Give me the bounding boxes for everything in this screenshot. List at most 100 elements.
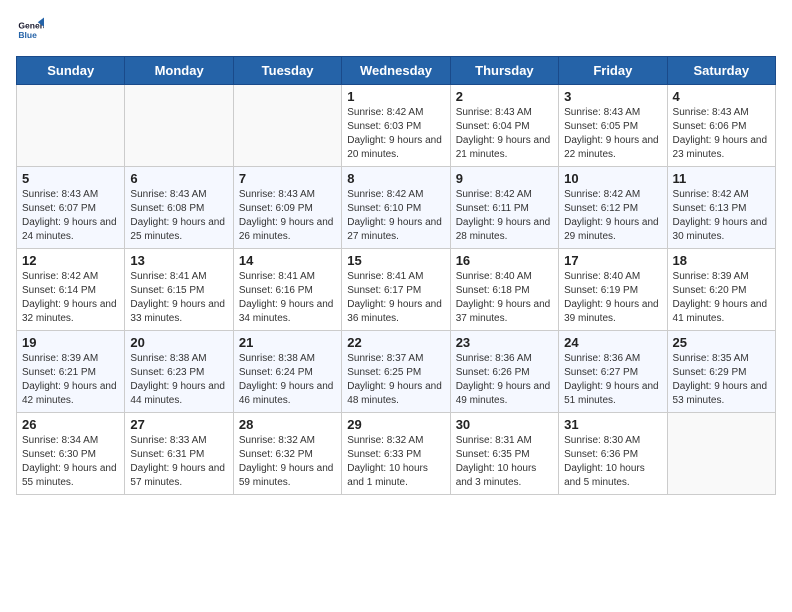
day-number: 24 — [564, 335, 661, 350]
day-info: Sunrise: 8:32 AM Sunset: 6:32 PM Dayligh… — [239, 434, 336, 490]
calendar-cell: 31 Sunrise: 8:30 AM Sunset: 6:36 PM Dayli… — [559, 413, 667, 495]
day-info: Sunrise: 8:41 AM Sunset: 6:16 PM Dayligh… — [239, 270, 336, 326]
day-header-tuesday: Tuesday — [233, 57, 341, 85]
day-number: 11 — [673, 171, 770, 186]
day-info: Sunrise: 8:41 AM Sunset: 6:17 PM Dayligh… — [347, 270, 444, 326]
calendar-header-row: SundayMondayTuesdayWednesdayThursdayFrid… — [17, 57, 776, 85]
day-number: 2 — [456, 89, 553, 104]
calendar-week-row: 26 Sunrise: 8:34 AM Sunset: 6:30 PM Dayli… — [17, 413, 776, 495]
calendar-cell: 13Sunrise: 8:41 AM Sunset: 6:15 PM Dayli… — [125, 249, 233, 331]
day-info: Sunrise: 8:30 AM Sunset: 6:36 PM Dayligh… — [564, 434, 661, 490]
day-info: Sunrise: 8:43 AM Sunset: 6:08 PM Dayligh… — [130, 188, 227, 244]
day-header-thursday: Thursday — [450, 57, 558, 85]
day-header-friday: Friday — [559, 57, 667, 85]
calendar-week-row: 5 Sunrise: 8:43 AM Sunset: 6:07 PM Daylig… — [17, 167, 776, 249]
day-number: 31 — [564, 417, 661, 432]
day-number: 19 — [22, 335, 119, 350]
day-info: Sunrise: 8:36 AM Sunset: 6:26 PM Dayligh… — [456, 352, 553, 408]
calendar-cell: 2 Sunrise: 8:43 AM Sunset: 6:04 PM Daylig… — [450, 85, 558, 167]
day-info: Sunrise: 8:34 AM Sunset: 6:30 PM Dayligh… — [22, 434, 119, 490]
calendar-cell: 16Sunrise: 8:40 AM Sunset: 6:18 PM Dayli… — [450, 249, 558, 331]
calendar-cell: 7 Sunrise: 8:43 AM Sunset: 6:09 PM Daylig… — [233, 167, 341, 249]
day-info: Sunrise: 8:37 AM Sunset: 6:25 PM Dayligh… — [347, 352, 444, 408]
day-number: 4 — [673, 89, 770, 104]
svg-text:Blue: Blue — [18, 30, 37, 40]
day-number: 9 — [456, 171, 553, 186]
calendar-cell: 6Sunrise: 8:43 AM Sunset: 6:08 PM Daylig… — [125, 167, 233, 249]
day-info: Sunrise: 8:43 AM Sunset: 6:07 PM Dayligh… — [22, 188, 119, 244]
logo-icon: General Blue — [16, 16, 44, 44]
calendar-cell: 8Sunrise: 8:42 AM Sunset: 6:10 PM Daylig… — [342, 167, 450, 249]
calendar-cell: 30 Sunrise: 8:31 AM Sunset: 6:35 PM Dayli… — [450, 413, 558, 495]
day-number: 12 — [22, 253, 119, 268]
calendar-cell: 11 Sunrise: 8:42 AM Sunset: 6:13 PM Dayli… — [667, 167, 775, 249]
day-info: Sunrise: 8:43 AM Sunset: 6:04 PM Dayligh… — [456, 106, 553, 162]
day-info: Sunrise: 8:39 AM Sunset: 6:20 PM Dayligh… — [673, 270, 770, 326]
calendar-cell: 9 Sunrise: 8:42 AM Sunset: 6:11 PM Daylig… — [450, 167, 558, 249]
calendar-cell: 14 Sunrise: 8:41 AM Sunset: 6:16 PM Dayli… — [233, 249, 341, 331]
calendar-cell: 19 Sunrise: 8:39 AM Sunset: 6:21 PM Dayli… — [17, 331, 125, 413]
logo: General Blue — [16, 16, 48, 44]
calendar: SundayMondayTuesdayWednesdayThursdayFrid… — [16, 56, 776, 495]
calendar-cell — [125, 85, 233, 167]
day-number: 7 — [239, 171, 336, 186]
calendar-cell: 23 Sunrise: 8:36 AM Sunset: 6:26 PM Dayli… — [450, 331, 558, 413]
day-number: 10 — [564, 171, 661, 186]
calendar-week-row: 19 Sunrise: 8:39 AM Sunset: 6:21 PM Dayli… — [17, 331, 776, 413]
calendar-cell: 20 Sunrise: 8:38 AM Sunset: 6:23 PM Dayli… — [125, 331, 233, 413]
calendar-cell: 17Sunrise: 8:40 AM Sunset: 6:19 PM Dayli… — [559, 249, 667, 331]
calendar-cell: 4 Sunrise: 8:43 AM Sunset: 6:06 PM Daylig… — [667, 85, 775, 167]
day-info: Sunrise: 8:35 AM Sunset: 6:29 PM Dayligh… — [673, 352, 770, 408]
day-info: Sunrise: 8:42 AM Sunset: 6:10 PM Dayligh… — [347, 188, 444, 244]
day-info: Sunrise: 8:42 AM Sunset: 6:13 PM Dayligh… — [673, 188, 770, 244]
day-info: Sunrise: 8:31 AM Sunset: 6:35 PM Dayligh… — [456, 434, 553, 490]
day-info: Sunrise: 8:39 AM Sunset: 6:21 PM Dayligh… — [22, 352, 119, 408]
day-number: 25 — [673, 335, 770, 350]
calendar-cell: 27Sunrise: 8:33 AM Sunset: 6:31 PM Dayli… — [125, 413, 233, 495]
day-number: 5 — [22, 171, 119, 186]
day-number: 29 — [347, 417, 444, 432]
day-number: 20 — [130, 335, 227, 350]
day-number: 23 — [456, 335, 553, 350]
calendar-cell: 1Sunrise: 8:42 AM Sunset: 6:03 PM Daylig… — [342, 85, 450, 167]
page-header: General Blue — [16, 16, 776, 44]
day-info: Sunrise: 8:33 AM Sunset: 6:31 PM Dayligh… — [130, 434, 227, 490]
day-number: 26 — [22, 417, 119, 432]
day-number: 22 — [347, 335, 444, 350]
calendar-cell — [667, 413, 775, 495]
day-number: 21 — [239, 335, 336, 350]
calendar-cell: 18Sunrise: 8:39 AM Sunset: 6:20 PM Dayli… — [667, 249, 775, 331]
calendar-week-row: 12 Sunrise: 8:42 AM Sunset: 6:14 PM Dayli… — [17, 249, 776, 331]
day-info: Sunrise: 8:38 AM Sunset: 6:23 PM Dayligh… — [130, 352, 227, 408]
calendar-cell: 22 Sunrise: 8:37 AM Sunset: 6:25 PM Dayli… — [342, 331, 450, 413]
calendar-cell: 21Sunrise: 8:38 AM Sunset: 6:24 PM Dayli… — [233, 331, 341, 413]
day-info: Sunrise: 8:43 AM Sunset: 6:09 PM Dayligh… — [239, 188, 336, 244]
day-info: Sunrise: 8:32 AM Sunset: 6:33 PM Dayligh… — [347, 434, 444, 490]
day-header-saturday: Saturday — [667, 57, 775, 85]
day-number: 14 — [239, 253, 336, 268]
calendar-cell: 24 Sunrise: 8:36 AM Sunset: 6:27 PM Dayli… — [559, 331, 667, 413]
calendar-cell: 28 Sunrise: 8:32 AM Sunset: 6:32 PM Dayli… — [233, 413, 341, 495]
day-number: 30 — [456, 417, 553, 432]
day-number: 13 — [130, 253, 227, 268]
calendar-cell: 29 Sunrise: 8:32 AM Sunset: 6:33 PM Dayli… — [342, 413, 450, 495]
day-number: 16 — [456, 253, 553, 268]
day-number: 3 — [564, 89, 661, 104]
calendar-cell: 3Sunrise: 8:43 AM Sunset: 6:05 PM Daylig… — [559, 85, 667, 167]
calendar-cell: 12 Sunrise: 8:42 AM Sunset: 6:14 PM Dayli… — [17, 249, 125, 331]
calendar-cell — [233, 85, 341, 167]
day-info: Sunrise: 8:42 AM Sunset: 6:14 PM Dayligh… — [22, 270, 119, 326]
day-header-monday: Monday — [125, 57, 233, 85]
day-number: 15 — [347, 253, 444, 268]
calendar-cell: 15 Sunrise: 8:41 AM Sunset: 6:17 PM Dayli… — [342, 249, 450, 331]
calendar-cell: 26 Sunrise: 8:34 AM Sunset: 6:30 PM Dayli… — [17, 413, 125, 495]
day-header-wednesday: Wednesday — [342, 57, 450, 85]
day-number: 1 — [347, 89, 444, 104]
day-info: Sunrise: 8:43 AM Sunset: 6:06 PM Dayligh… — [673, 106, 770, 162]
calendar-cell: 5 Sunrise: 8:43 AM Sunset: 6:07 PM Daylig… — [17, 167, 125, 249]
day-info: Sunrise: 8:42 AM Sunset: 6:11 PM Dayligh… — [456, 188, 553, 244]
day-number: 17 — [564, 253, 661, 268]
day-number: 28 — [239, 417, 336, 432]
calendar-week-row: 1Sunrise: 8:42 AM Sunset: 6:03 PM Daylig… — [17, 85, 776, 167]
day-info: Sunrise: 8:36 AM Sunset: 6:27 PM Dayligh… — [564, 352, 661, 408]
